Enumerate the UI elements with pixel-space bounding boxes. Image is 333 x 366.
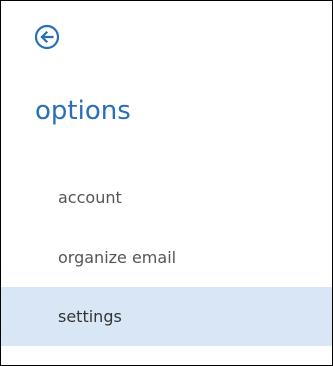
circle-arrow-left-icon bbox=[34, 24, 60, 50]
menu-item-settings[interactable]: settings bbox=[1, 287, 332, 346]
menu-item-label: settings bbox=[58, 307, 122, 326]
menu-item-account[interactable]: account bbox=[1, 167, 332, 227]
back-button[interactable] bbox=[34, 24, 60, 50]
options-panel: options account organize email settings bbox=[0, 0, 333, 366]
menu-item-label: account bbox=[58, 187, 122, 207]
page-title: options bbox=[35, 96, 131, 126]
options-menu: account organize email settings bbox=[1, 167, 332, 346]
menu-item-organize-email[interactable]: organize email bbox=[1, 227, 332, 287]
menu-item-label: organize email bbox=[58, 247, 177, 267]
